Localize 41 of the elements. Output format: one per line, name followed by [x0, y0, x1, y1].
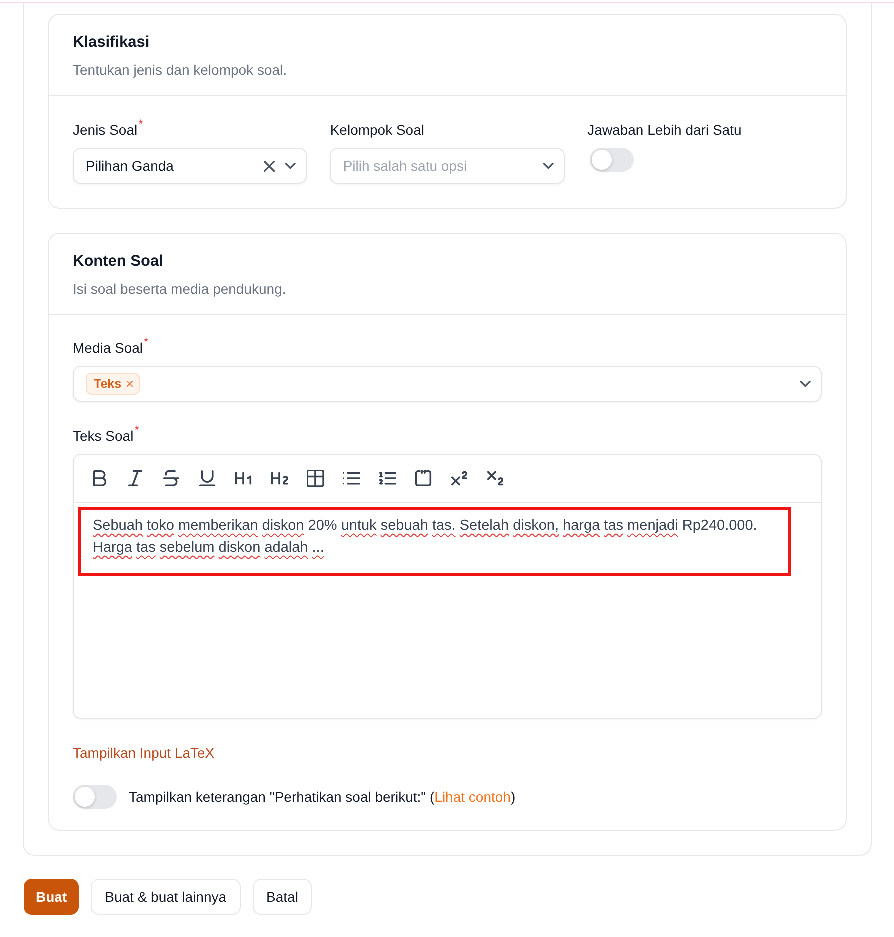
action-button[interactable]: Buat & buat lainnya: [91, 879, 241, 915]
bullet-list-icon: [342, 470, 360, 487]
section-description: Tentukan jenis dan kelompok soal.: [73, 61, 288, 80]
action-button[interactable]: Batal: [252, 879, 312, 915]
bracket-box-icon: [414, 470, 432, 487]
section-title: Klasifikasi: [73, 33, 151, 53]
latex-link[interactable]: Tampilkan Input LaTeX: [73, 743, 215, 763]
section-description: Isi soal beserta media pendukung.: [73, 280, 288, 299]
required-mark: *: [144, 336, 149, 348]
field-label: Jenis Soal: [73, 121, 138, 140]
field-label: Jawaban Lebih dari Satu: [588, 121, 742, 140]
chevron-down-icon[interactable]: [800, 381, 811, 387]
toggle-switch[interactable]: [590, 148, 634, 172]
field-label: Kelompok Soal: [330, 121, 424, 140]
create-button[interactable]: Buat: [24, 879, 80, 915]
example-link[interactable]: Lihat contoh: [434, 789, 511, 805]
required-mark: *: [138, 118, 144, 130]
media-select[interactable]: Teks: [73, 366, 822, 402]
question-editor[interactable]: Sebuah toko memberikan diskon 20% untuk sebuah tas. Setelah diskon, harga tas menjadi Rp240.000. Harga tas sebelum diskon adalah ...: [73, 454, 822, 719]
select-field[interactable]: Pilihan Ganda: [73, 148, 308, 184]
underline-icon: [198, 470, 216, 487]
chevron-down-icon[interactable]: [542, 163, 554, 169]
question-text: Sebuah toko memberikan diskon 20% untuk sebuah tas. Setelah diskon, harga tas menjadi Rp240.000. Harga tas sebelum diskon adalah ...: [93, 517, 758, 558]
strikethrough-icon: [162, 470, 180, 487]
table-icon: [306, 470, 324, 487]
required-mark: *: [134, 424, 140, 436]
superscript-icon: [450, 470, 468, 487]
bold-icon: [90, 470, 108, 487]
heading-1-icon: [234, 470, 252, 487]
italic-icon: [126, 470, 144, 487]
field-label: Teks Soal: [73, 427, 134, 446]
heading-2-icon: [270, 470, 288, 487]
toggle-switch[interactable]: [73, 785, 117, 809]
toggle-label: Tampilkan keterangan "Perhatikan soal berikut:" (Lihat contoh): [129, 788, 516, 807]
field-label: Media Soal: [73, 339, 144, 358]
numbered-list-icon: [378, 470, 396, 487]
section-title: Konten Soal: [73, 252, 164, 272]
chevron-down-icon[interactable]: [285, 163, 296, 169]
clear-icon[interactable]: [264, 160, 276, 172]
media-tag[interactable]: Teks: [86, 373, 140, 395]
subscript-icon: [486, 470, 504, 487]
